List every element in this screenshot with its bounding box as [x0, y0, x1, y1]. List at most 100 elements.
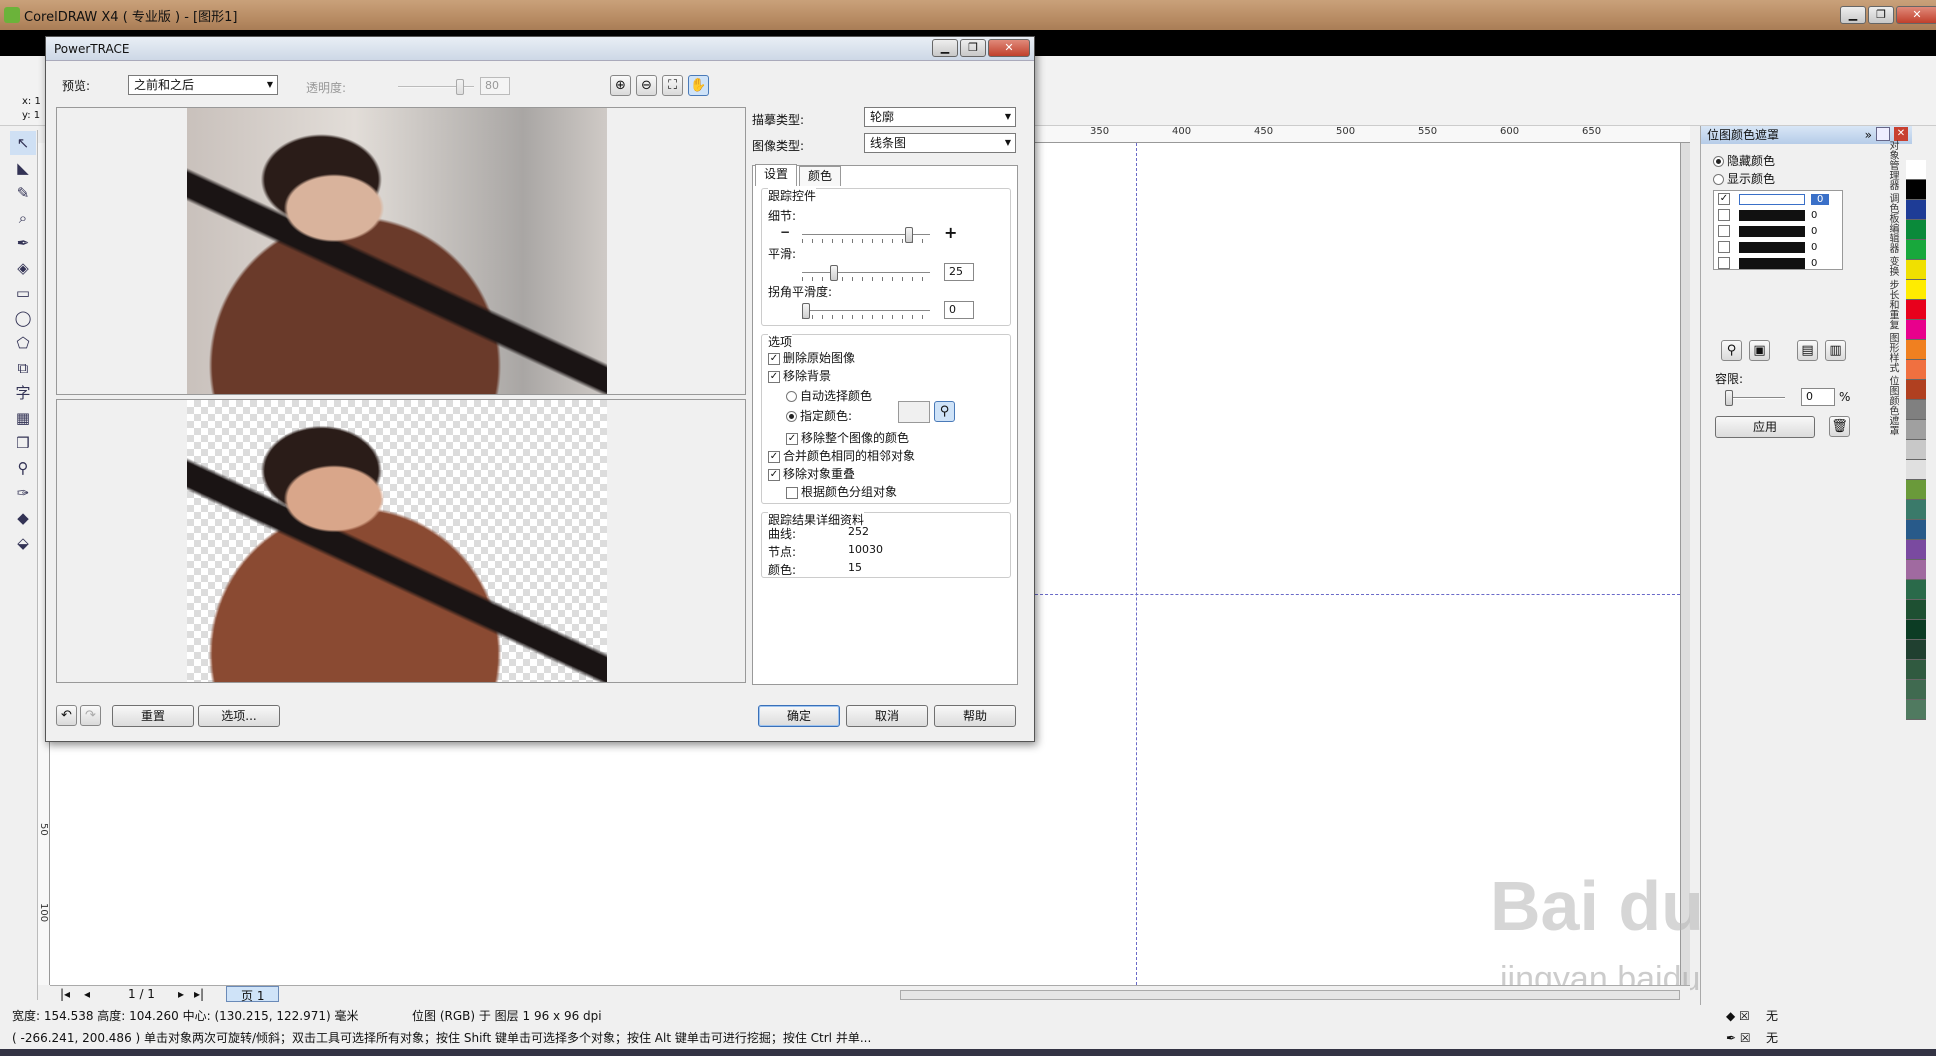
- remove-overlap-option[interactable]: ✓ 移除对象重叠: [768, 465, 855, 482]
- list-item[interactable]: ✓ 0: [1714, 191, 1842, 207]
- delete-original-option[interactable]: ✓ 删除原始图像: [768, 349, 855, 366]
- corner-smoothness-slider[interactable]: [802, 303, 930, 319]
- tab-settings[interactable]: 设置: [755, 164, 798, 186]
- color-checkbox[interactable]: [1718, 209, 1730, 221]
- freehand-tool-icon[interactable]: ✒: [10, 231, 36, 255]
- palette-swatch[interactable]: [1906, 580, 1926, 600]
- palette-swatch[interactable]: [1906, 660, 1926, 680]
- apply-button[interactable]: 应用: [1715, 416, 1815, 438]
- eyedropper-icon[interactable]: ⚲: [934, 401, 955, 422]
- corner-smoothness-input[interactable]: 0: [944, 301, 974, 319]
- smoothing-slider[interactable]: [802, 265, 930, 281]
- page-tab[interactable]: 页 1: [226, 986, 280, 1003]
- color-picker-icon[interactable]: ⚲: [1721, 340, 1742, 361]
- auto-select-color-option[interactable]: 自动选择颜色: [786, 387, 872, 404]
- basic-shapes-tool-icon[interactable]: ⧉: [10, 356, 36, 380]
- shape-tool-icon[interactable]: ◣: [10, 156, 36, 180]
- palette-swatch[interactable]: [1906, 320, 1926, 340]
- hide-colors-radio[interactable]: [1713, 156, 1724, 167]
- remove-whole-image-color-checkbox[interactable]: ✓: [786, 432, 798, 445]
- tab-colors[interactable]: 颜色: [799, 166, 842, 186]
- group-by-color-checkbox[interactable]: [786, 486, 798, 499]
- next-page-icon[interactable]: ▸: [178, 987, 184, 1001]
- palette-swatch[interactable]: [1906, 360, 1926, 380]
- docker-collapse-icon[interactable]: »: [1865, 126, 1872, 144]
- smoothing-input[interactable]: 25: [944, 263, 974, 281]
- save-mask-icon[interactable]: ▤: [1797, 340, 1818, 361]
- dialog-close-button[interactable]: ✕: [988, 39, 1030, 57]
- palette-swatch[interactable]: [1906, 460, 1926, 480]
- undo-icon[interactable]: ↶: [56, 705, 77, 726]
- pick-tool-icon[interactable]: ↖: [10, 131, 36, 155]
- detail-slider[interactable]: [802, 227, 930, 243]
- outline-tool-icon[interactable]: ✑: [10, 481, 36, 505]
- color-checkbox[interactable]: [1718, 257, 1730, 269]
- palette-swatch[interactable]: [1906, 400, 1926, 420]
- close-button[interactable]: ✕: [1896, 6, 1936, 24]
- fill-tool-icon[interactable]: ◆: [10, 506, 36, 530]
- remove-background-checkbox[interactable]: ✓: [768, 370, 780, 383]
- tab-transform[interactable]: 变换: [1887, 256, 1898, 276]
- palette-swatch[interactable]: [1906, 680, 1926, 700]
- palette-swatch[interactable]: [1906, 180, 1926, 200]
- palette-swatch[interactable]: [1906, 420, 1926, 440]
- remove-background-option[interactable]: ✓ 移除背景: [768, 367, 831, 384]
- ok-button[interactable]: 确定: [758, 705, 840, 727]
- merge-adjacent-checkbox[interactable]: ✓: [768, 450, 780, 463]
- palette-swatch[interactable]: [1906, 200, 1926, 220]
- palette-swatch[interactable]: [1906, 640, 1926, 660]
- merge-adjacent-option[interactable]: ✓ 合并颜色相同的相邻对象: [768, 447, 915, 464]
- zoom-out-icon[interactable]: ⊖: [636, 75, 657, 96]
- fit-to-window-icon[interactable]: ⛶: [662, 75, 683, 96]
- palette-swatch[interactable]: [1906, 300, 1926, 320]
- dialog-maximize-button[interactable]: ❐: [960, 39, 986, 57]
- rectangle-tool-icon[interactable]: ▭: [10, 281, 36, 305]
- reset-button[interactable]: 重置: [112, 705, 194, 727]
- list-item[interactable]: 0: [1714, 239, 1842, 255]
- last-page-icon[interactable]: ▸|: [194, 987, 204, 1001]
- specify-color-radio[interactable]: [786, 411, 797, 422]
- polygon-tool-icon[interactable]: ⬠: [10, 331, 36, 355]
- zoom-tool-icon[interactable]: ⌕: [10, 206, 36, 230]
- list-item[interactable]: 0: [1714, 223, 1842, 239]
- color-checkbox[interactable]: ✓: [1718, 193, 1730, 205]
- docker-close-icon[interactable]: ✕: [1894, 127, 1908, 141]
- interactive-fill-tool-icon[interactable]: ⬙: [10, 531, 36, 555]
- tab-graphic-styles[interactable]: 图形样式: [1887, 333, 1898, 373]
- help-button[interactable]: 帮助: [934, 705, 1016, 727]
- palette-swatch[interactable]: [1906, 340, 1926, 360]
- palette-swatch[interactable]: [1906, 440, 1926, 460]
- palette-swatch[interactable]: [1906, 380, 1926, 400]
- pan-hand-icon[interactable]: ✋: [688, 75, 709, 96]
- smart-fill-tool-icon[interactable]: ◈: [10, 256, 36, 280]
- remove-whole-image-color-option[interactable]: ✓ 移除整个图像的颜色: [786, 429, 909, 446]
- palette-swatch[interactable]: [1906, 160, 1926, 180]
- zoom-in-icon[interactable]: ⊕: [610, 75, 631, 96]
- tab-palette-editor[interactable]: 调色板编辑器: [1887, 193, 1898, 253]
- palette-swatch[interactable]: [1906, 260, 1926, 280]
- before-preview-pane[interactable]: [56, 107, 746, 395]
- palette-swatch[interactable]: [1906, 220, 1926, 240]
- maximize-button[interactable]: ❐: [1868, 6, 1894, 24]
- preview-dropdown[interactable]: 之前和之后: [128, 75, 278, 95]
- remove-overlap-checkbox[interactable]: ✓: [768, 468, 780, 481]
- color-checkbox[interactable]: [1718, 225, 1730, 237]
- palette-swatch[interactable]: [1906, 700, 1926, 720]
- interactive-tool-icon[interactable]: ❒: [10, 431, 36, 455]
- palette-swatch[interactable]: [1906, 520, 1926, 540]
- show-colors-option[interactable]: 显示颜色: [1713, 170, 1775, 187]
- crop-tool-icon[interactable]: ✎: [10, 181, 36, 205]
- image-type-dropdown[interactable]: 线条图: [864, 133, 1016, 153]
- palette-swatch[interactable]: [1906, 280, 1926, 300]
- mask-color-list[interactable]: ✓ 0 0 0 0 0: [1713, 190, 1843, 270]
- hide-colors-option[interactable]: 隐藏颜色: [1713, 152, 1775, 169]
- first-page-icon[interactable]: |◂: [60, 987, 70, 1001]
- palette-swatch[interactable]: [1906, 600, 1926, 620]
- previous-page-icon[interactable]: ◂: [84, 987, 90, 1001]
- tolerance-input[interactable]: 0: [1801, 388, 1835, 406]
- delete-original-checkbox[interactable]: ✓: [768, 352, 780, 365]
- dialog-minimize-button[interactable]: ▁: [932, 39, 958, 57]
- specified-color-swatch[interactable]: [898, 401, 930, 423]
- tab-object-manager[interactable]: 对象管理器: [1887, 140, 1898, 190]
- trace-type-dropdown[interactable]: 轮廓: [864, 107, 1016, 127]
